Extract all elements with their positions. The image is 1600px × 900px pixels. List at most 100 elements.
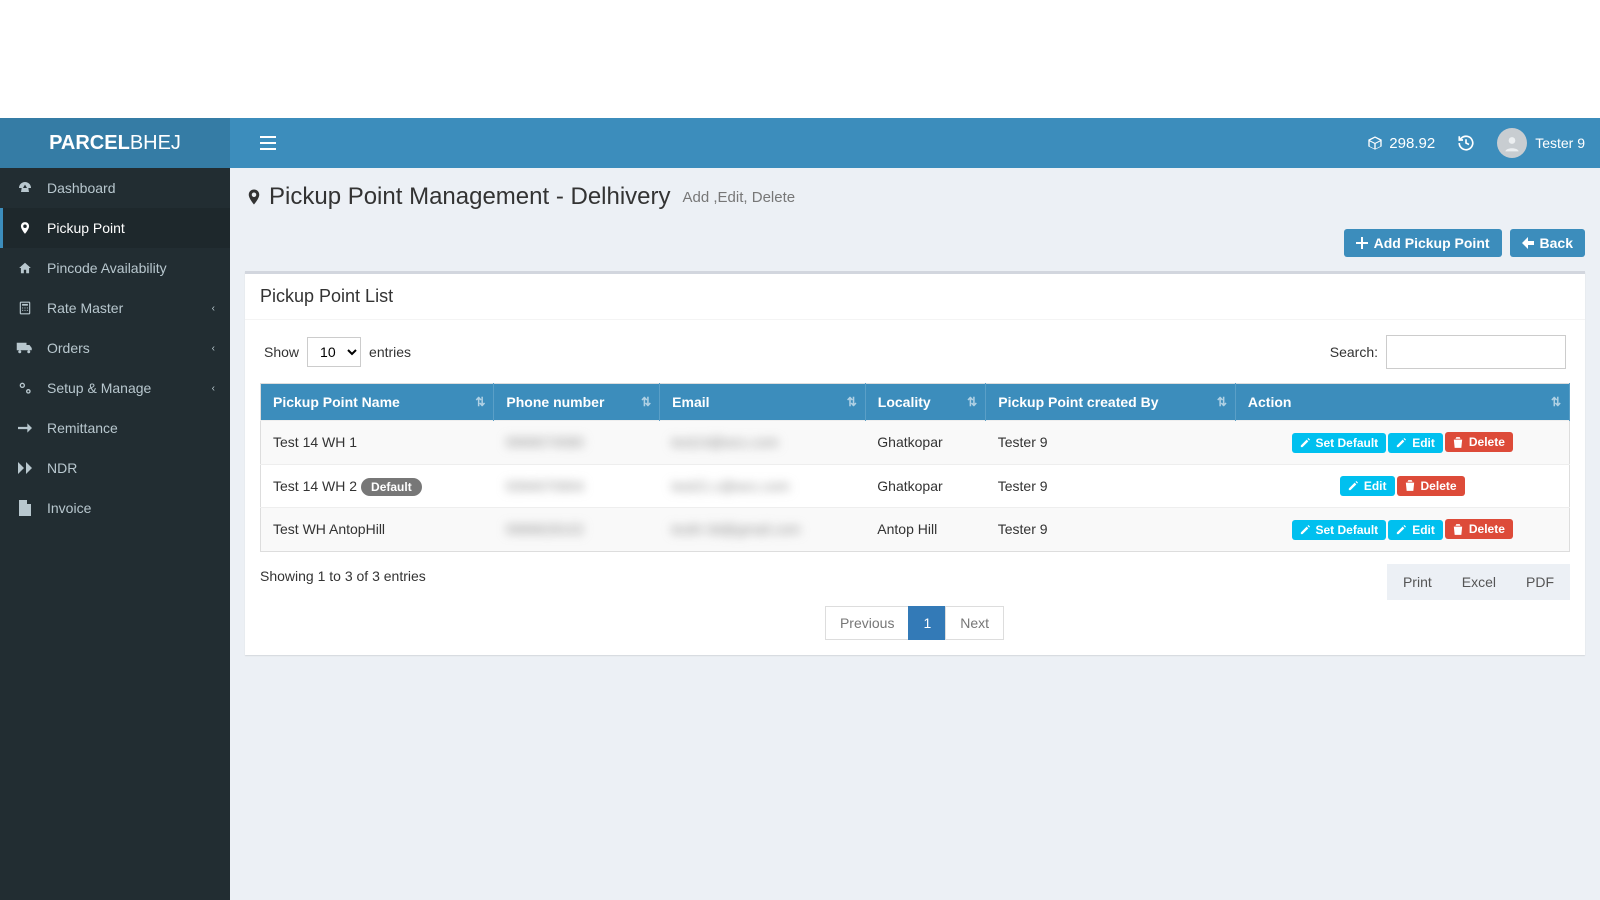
delete-button[interactable]: Delete xyxy=(1445,432,1513,452)
bars-icon xyxy=(260,136,276,150)
edit-button[interactable]: Edit xyxy=(1388,433,1443,453)
page-title: Pickup Point Management - Delhivery Add … xyxy=(245,183,1585,211)
history-button[interactable] xyxy=(1457,134,1475,152)
username: Tester 9 xyxy=(1535,135,1585,151)
sidebar-item-label: Orders xyxy=(47,340,90,356)
top-whitespace xyxy=(0,0,1600,118)
length-prefix: Show xyxy=(264,344,299,360)
cell-phone: 9999074580 xyxy=(494,421,660,465)
excel-button[interactable]: Excel xyxy=(1450,568,1508,596)
sidebar-item-label: Setup & Manage xyxy=(47,380,151,396)
sidebar-item-ndr[interactable]: NDR xyxy=(0,448,230,488)
set-default-button[interactable]: Set Default xyxy=(1292,520,1387,540)
table-body: Test 14 WH 19999074580test14@wcc.comGhat… xyxy=(261,421,1570,552)
cell-phone: 9394070904 xyxy=(494,464,660,508)
table-row: Test 14 WH 19999074580test14@wcc.comGhat… xyxy=(261,421,1570,465)
cell-actions: Set Default Edit Delete xyxy=(1235,421,1569,465)
pickup-point-table: Pickup Point Name⇅Phone number⇅Email⇅Loc… xyxy=(260,383,1570,552)
print-button[interactable]: Print xyxy=(1391,568,1444,596)
sort-icon: ⇅ xyxy=(967,395,977,409)
column-header[interactable]: Email⇅ xyxy=(660,384,866,421)
pagination: Previous 1 Next xyxy=(260,606,1570,640)
column-header[interactable]: Locality⇅ xyxy=(865,384,985,421)
sort-icon: ⇅ xyxy=(475,395,485,409)
sidebar-item-label: Invoice xyxy=(47,500,91,516)
home-icon xyxy=(15,261,35,275)
calc-icon xyxy=(15,300,35,316)
main-header: PARCELBHEJ 298.92 Tester 9 xyxy=(0,118,1600,168)
pickup-point-list-box: Pickup Point List Show 10 entries Search… xyxy=(245,271,1585,655)
sidebar-item-invoice[interactable]: Invoice xyxy=(0,488,230,528)
page-next[interactable]: Next xyxy=(945,606,1004,640)
sort-icon: ⇅ xyxy=(641,395,651,409)
sidebar: Dashboard Pickup Point Pincode Availabilit… xyxy=(0,168,230,900)
sidebar-item-pickup-point[interactable]: Pickup Point xyxy=(0,208,230,248)
chevron-left-icon: ‹ xyxy=(212,303,215,314)
wallet-balance[interactable]: 298.92 xyxy=(1367,135,1435,152)
length-select[interactable]: 10 xyxy=(307,337,361,367)
column-header[interactable]: Phone number⇅ xyxy=(494,384,660,421)
brand-strong: PARCEL xyxy=(49,132,130,154)
length-suffix: entries xyxy=(369,344,411,360)
brand-logo[interactable]: PARCELBHEJ xyxy=(0,118,230,168)
page-title-text: Pickup Point Management - Delhivery xyxy=(269,183,671,211)
box-title: Pickup Point List xyxy=(245,274,1585,320)
sidebar-item-dashboard[interactable]: Dashboard xyxy=(0,168,230,208)
set-default-button[interactable]: Set Default xyxy=(1292,433,1387,453)
cell-name: Test WH AntopHill xyxy=(261,508,494,552)
page-actions: Add Pickup Point Back xyxy=(245,229,1585,257)
cell-email: test21.c@wcc.com xyxy=(660,464,866,508)
cell-actions: Edit Delete xyxy=(1235,464,1569,508)
truck-icon xyxy=(15,341,35,355)
sidebar-item-orders[interactable]: Orders‹ xyxy=(0,328,230,368)
top-navbar: 298.92 Tester 9 xyxy=(230,118,1600,168)
edit-button[interactable]: Edit xyxy=(1340,476,1395,496)
cell-created-by: Tester 9 xyxy=(986,508,1236,552)
cell-email: testh-3d@gmail.com xyxy=(660,508,866,552)
cell-actions: Set Default Edit Delete xyxy=(1235,508,1569,552)
column-header[interactable]: Action⇅ xyxy=(1235,384,1569,421)
sidebar-item-setup-manage[interactable]: Setup & Manage‹ xyxy=(0,368,230,408)
balance-amount: 298.92 xyxy=(1389,135,1435,152)
column-header[interactable]: Pickup Point Name⇅ xyxy=(261,384,494,421)
forward-icon xyxy=(15,461,35,475)
sort-icon: ⇅ xyxy=(847,395,857,409)
edit-button[interactable]: Edit xyxy=(1388,520,1443,540)
user-menu[interactable]: Tester 9 xyxy=(1497,128,1585,158)
dashboard-icon xyxy=(15,180,35,196)
length-control: Show 10 entries xyxy=(264,337,411,367)
search-input[interactable] xyxy=(1386,335,1566,369)
delete-button[interactable]: Delete xyxy=(1445,519,1513,539)
sort-icon: ⇅ xyxy=(1551,395,1561,409)
cell-created-by: Tester 9 xyxy=(986,421,1236,465)
navbar-right: 298.92 Tester 9 xyxy=(1367,128,1585,158)
add-pickup-point-label: Add Pickup Point xyxy=(1374,235,1490,251)
sidebar-item-label: Remittance xyxy=(47,420,118,436)
user-icon xyxy=(1502,133,1522,153)
page-1[interactable]: 1 xyxy=(908,606,946,640)
back-button[interactable]: Back xyxy=(1510,229,1585,257)
pdf-button[interactable]: PDF xyxy=(1514,568,1566,596)
table-row: Test WH AntopHill9989628102testh-3d@gmai… xyxy=(261,508,1570,552)
search-label: Search: xyxy=(1330,344,1378,360)
cell-name: Test 14 WH 2Default xyxy=(261,464,494,508)
page-prev[interactable]: Previous xyxy=(825,606,909,640)
cell-locality: Ghatkopar xyxy=(865,421,985,465)
add-pickup-point-button[interactable]: Add Pickup Point xyxy=(1344,229,1502,257)
delete-button[interactable]: Delete xyxy=(1397,476,1465,496)
sidebar-item-pincode-availability[interactable]: Pincode Availability xyxy=(0,248,230,288)
sidebar-item-rate-master[interactable]: Rate Master‹ xyxy=(0,288,230,328)
column-header[interactable]: Pickup Point created By⇅ xyxy=(986,384,1236,421)
arrow-left-icon xyxy=(1522,237,1534,249)
content-header: Pickup Point Management - Delhivery Add … xyxy=(245,183,1585,211)
arrow-right-icon xyxy=(15,421,35,435)
sidebar-item-label: Pincode Availability xyxy=(47,260,167,276)
cogs-icon xyxy=(15,380,35,396)
default-badge: Default xyxy=(361,478,422,496)
brand-light: BHEJ xyxy=(130,132,181,154)
sidebar-item-label: Pickup Point xyxy=(47,220,125,236)
cell-phone: 9989628102 xyxy=(494,508,660,552)
box-body: Show 10 entries Search: Pickup Point Nam… xyxy=(245,320,1585,655)
sidebar-toggle[interactable] xyxy=(245,121,291,165)
sidebar-item-remittance[interactable]: Remittance xyxy=(0,408,230,448)
